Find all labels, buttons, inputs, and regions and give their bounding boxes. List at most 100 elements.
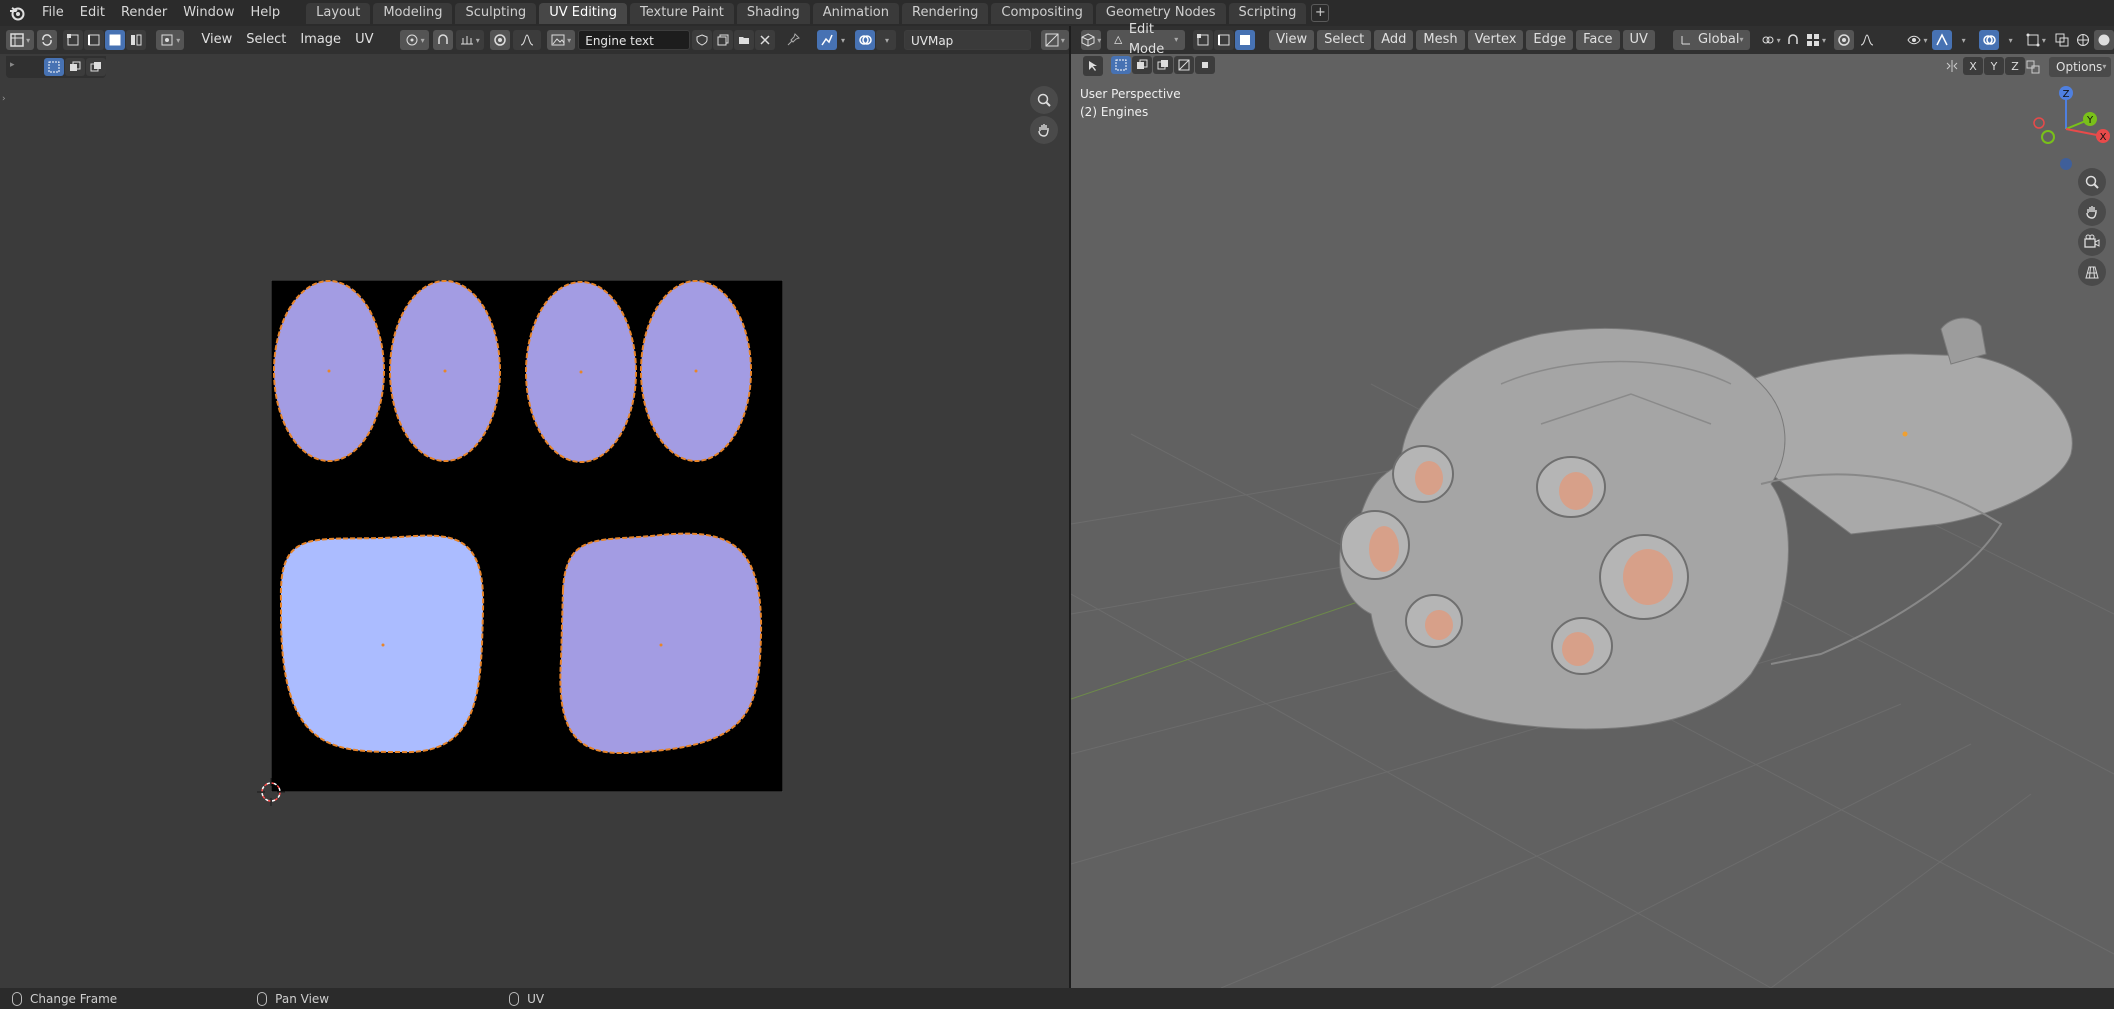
spaceship-mesh[interactable] — [1339, 317, 2073, 730]
sidebar-toggle-icon[interactable]: › — [2, 94, 6, 104]
tab-shading[interactable]: Shading — [736, 3, 810, 24]
uv-snap-icon[interactable] — [816, 30, 837, 50]
menu-render[interactable]: Render — [113, 2, 175, 24]
menu-file[interactable]: File — [34, 2, 72, 24]
sticky-selection-icon[interactable]: ▾ — [156, 30, 185, 50]
vp-snap-icon[interactable] — [1783, 30, 1803, 50]
uv-subheader: ▸ — [6, 56, 106, 78]
vp-menu-mesh[interactable]: Mesh — [1416, 30, 1465, 50]
unlink-image-close-icon[interactable] — [754, 30, 775, 50]
image-browse-icon[interactable]: ▾ — [547, 30, 576, 50]
vertex-select-icon[interactable] — [63, 30, 84, 50]
tab-rendering[interactable]: Rendering — [902, 3, 989, 24]
vp-proportional-editing-icon[interactable] — [1834, 30, 1855, 50]
display-channels-icon[interactable]: ▾ — [1040, 30, 1069, 50]
menu-edit[interactable]: Edit — [72, 2, 113, 24]
tab-layout[interactable]: Layout — [306, 3, 371, 24]
mode-selector[interactable]: Edit Mode ▾ — [1107, 22, 1186, 57]
vp-snap-target-icon[interactable]: ▾ — [1806, 30, 1826, 50]
uv-menu-select[interactable]: Select — [239, 30, 293, 50]
tab-scripting[interactable]: Scripting — [1228, 3, 1307, 24]
uv-map-field[interactable]: UVMap — [903, 30, 1031, 50]
vp-menu-uv[interactable]: UV — [1622, 30, 1655, 50]
add-workspace-button[interactable]: + — [1311, 4, 1330, 22]
gizmo-dropdown-icon[interactable]: ▾ — [1953, 30, 1973, 50]
tab-compositing[interactable]: Compositing — [991, 3, 1093, 24]
overlays-icon[interactable] — [854, 30, 875, 50]
vp-menu-edge[interactable]: Edge — [1526, 30, 1574, 50]
edge-select-icon[interactable] — [84, 30, 105, 50]
blender-logo-icon[interactable] — [6, 2, 28, 24]
select-box-new-icon[interactable] — [44, 58, 64, 76]
menu-window[interactable]: Window — [175, 2, 242, 24]
tab-animation[interactable]: Animation — [812, 3, 899, 24]
3d-scene[interactable] — [1071, 54, 2114, 988]
3d-viewport[interactable]: X Y Z Options ▾ User Perspective (2) Engi… — [1071, 54, 2114, 988]
vp-menu-select[interactable]: Select — [1317, 30, 1372, 50]
orientation-label: Global — [1697, 32, 1740, 47]
vp-vertex-select-icon[interactable] — [1193, 30, 1214, 50]
overlays-dropdown-icon[interactable]: ▾ — [875, 30, 896, 50]
face-select-icon[interactable] — [105, 30, 126, 50]
transform-orientation-selector[interactable]: Global ▾ — [1672, 30, 1751, 50]
vp-face-select-icon[interactable] — [1235, 30, 1256, 50]
zoom-view-icon[interactable] — [1030, 86, 1058, 114]
uv-texture-space[interactable] — [271, 280, 783, 792]
mesh-edit-overlays-icon[interactable]: ▾ — [2026, 30, 2046, 50]
status-pan-view: Pan View — [257, 991, 329, 1006]
proportional-editing-icon[interactable] — [489, 30, 510, 50]
vp-menu-face[interactable]: Face — [1576, 30, 1620, 50]
image-name-field[interactable]: Engine text — [578, 30, 690, 50]
workspace-tabs: Layout Modeling Sculpting UV Editing Tex… — [306, 2, 1330, 24]
uv-editor-canvas[interactable]: ▸ › — [0, 54, 1069, 988]
island-select-icon[interactable] — [126, 30, 147, 50]
viewport-header: ▾ Edit Mode ▾ View Select Add Mesh Verte… — [1071, 22, 2114, 57]
uv-menu-view[interactable]: View — [194, 30, 239, 50]
uv-island-engine-large-2[interactable] — [559, 532, 763, 754]
tab-sculpting[interactable]: Sculpting — [455, 3, 537, 24]
tab-uv-editing[interactable]: UV Editing — [539, 3, 628, 24]
visibility-eye-icon[interactable]: ▾ — [1907, 30, 1927, 50]
2d-cursor-icon[interactable] — [255, 776, 287, 808]
select-box-subtract-icon[interactable] — [86, 58, 106, 76]
shading-wireframe-icon[interactable] — [2073, 30, 2093, 50]
vp-menu-vertex[interactable]: Vertex — [1467, 30, 1524, 50]
pivot-point-icon[interactable]: ▾ — [400, 30, 429, 50]
uv-menu-uv[interactable]: UV — [348, 30, 380, 50]
shading-solid-icon[interactable] — [2094, 30, 2114, 50]
tab-modeling[interactable]: Modeling — [373, 3, 453, 24]
vp-overlays-dropdown-icon[interactable]: ▾ — [2000, 30, 2020, 50]
pin-icon[interactable] — [783, 30, 803, 50]
vp-edge-select-icon[interactable] — [1214, 30, 1235, 50]
toolbar-expand-icon[interactable]: ▸ — [10, 60, 15, 70]
uv-editor-header: ▾ ▾ View Select Image UV ▾ ▾ ▾ Engine te… — [0, 26, 1069, 54]
open-image-folder-icon[interactable] — [733, 30, 754, 50]
proportional-falloff-icon[interactable] — [512, 30, 542, 50]
select-box-extend-icon[interactable] — [65, 58, 85, 76]
status-right-label: UV — [527, 991, 545, 1006]
new-image-icon[interactable] — [712, 30, 733, 50]
snap-target-icon[interactable]: ▾ — [455, 30, 484, 50]
menu-help[interactable]: Help — [243, 2, 289, 24]
edit-mode-icon — [1114, 35, 1123, 44]
uv-sync-selection-icon[interactable] — [37, 30, 58, 50]
editor-type-3d-icon[interactable]: ▾ — [1081, 30, 1102, 50]
editor-type-uv-icon[interactable]: ▾ — [6, 30, 35, 50]
status-left-label: Change Frame — [30, 991, 118, 1006]
transform-pivot-icon[interactable]: ▾ — [1760, 30, 1781, 50]
xray-toggle-icon[interactable] — [2052, 30, 2072, 50]
pan-view-hand-icon[interactable] — [1030, 116, 1058, 144]
vp-menu-add[interactable]: Add — [1374, 30, 1414, 50]
vp-overlays-icon[interactable] — [1978, 30, 1999, 50]
uv-snap-dropdown-icon[interactable]: ▾ — [841, 36, 845, 45]
tab-texture-paint[interactable]: Texture Paint — [630, 3, 734, 24]
select-mode-group — [44, 58, 106, 76]
fake-user-shield-icon[interactable] — [691, 30, 712, 50]
status-bar: Change Frame Pan View UV — [0, 988, 2114, 1009]
vp-menu-view[interactable]: View — [1269, 30, 1315, 50]
vp-proportional-falloff-icon[interactable] — [1857, 30, 1877, 50]
snap-toggle-icon[interactable] — [432, 30, 453, 50]
uv-menu-image[interactable]: Image — [293, 30, 348, 50]
gizmo-toggle-icon[interactable] — [1931, 30, 1952, 50]
object-origin-dot — [1902, 431, 1908, 437]
